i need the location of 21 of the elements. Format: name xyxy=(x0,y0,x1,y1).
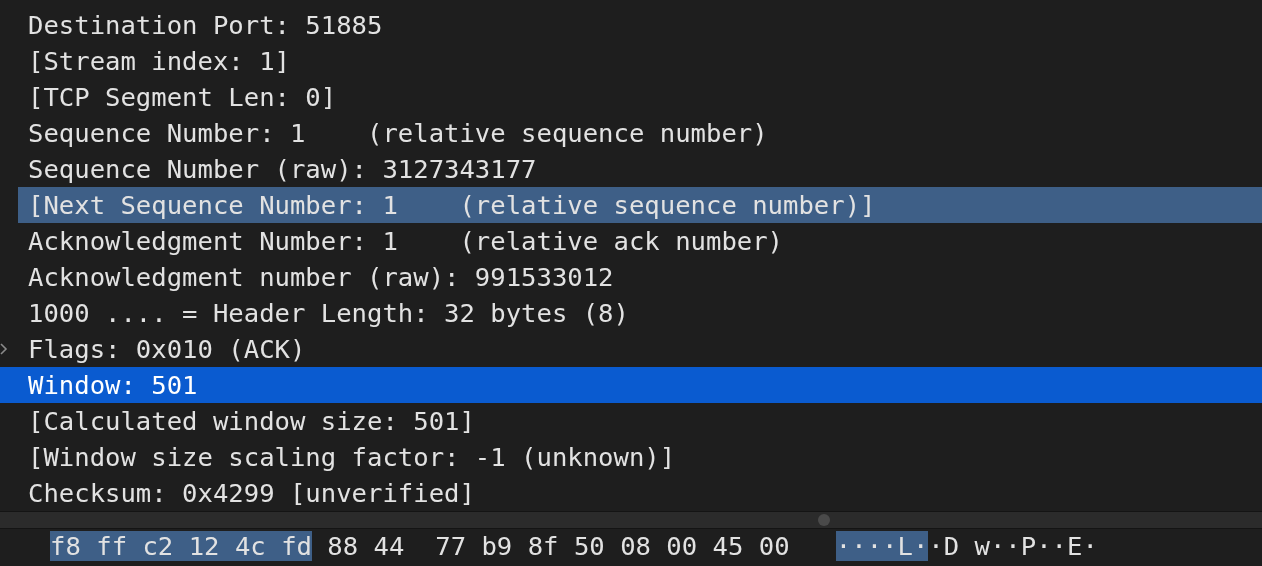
hex-bytes: f8 ff c2 12 4c fd xyxy=(50,531,312,561)
tree-row[interactable]: Flags: 0x010 (ACK) xyxy=(0,331,1262,367)
tree-row[interactable]: Sequence Number: 1 (relative sequence number) xyxy=(0,115,1262,151)
related-tree-row[interactable]: [Next Sequence Number: 1 (relative sequence number)] xyxy=(18,187,1262,223)
tree-row[interactable]: [Window size scaling factor: -1 (unknown)] xyxy=(0,439,1262,475)
selected-tree-row[interactable]: Window: 501 xyxy=(0,367,1262,403)
expand-caret-icon[interactable] xyxy=(0,343,8,355)
ascii-bytes: ·D w··P··E· xyxy=(928,531,1098,561)
splitter-handle[interactable] xyxy=(818,514,830,526)
tree-row[interactable]: [Stream index: 1] xyxy=(0,43,1262,79)
tree-row[interactable]: Acknowledgment number (raw): 991533012 xyxy=(0,259,1262,295)
pane-splitter[interactable] xyxy=(0,511,1262,529)
ascii-bytes: ····L· xyxy=(835,531,929,561)
tree-row[interactable]: Checksum: 0x4299 [unverified] xyxy=(0,475,1262,511)
tree-row[interactable]: 1000 .... = Header Length: 32 bytes (8) xyxy=(0,295,1262,331)
tree-row[interactable]: Acknowledgment Number: 1 (relative ack number) xyxy=(0,223,1262,259)
tree-row[interactable]: Destination Port: 51885 xyxy=(0,7,1262,43)
hex-bytes: 88 44 77 b9 8f 50 08 00 45 00 xyxy=(327,531,790,561)
tree-row[interactable]: [Calculated window size: 501] xyxy=(0,403,1262,439)
tree-row[interactable]: Sequence Number (raw): 3127343177 xyxy=(0,151,1262,187)
tree-row[interactable]: [TCP Segment Len: 0] xyxy=(0,79,1262,115)
